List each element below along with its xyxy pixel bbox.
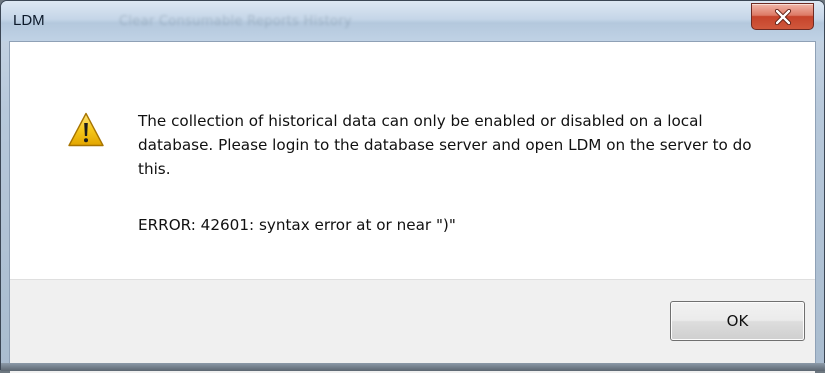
warning-icon	[68, 112, 104, 147]
window-title: LDM	[13, 12, 45, 29]
title-bar[interactable]: Clear Consumable Reports History LDM	[1, 1, 824, 41]
close-x-icon	[774, 9, 792, 25]
button-bar: OK	[10, 279, 815, 373]
dialog-client-area: The collection of historical data can on…	[9, 41, 816, 373]
dialog-message: The collection of historical data can on…	[138, 112, 752, 178]
dialog-window: Clear Consumable Reports History LDM The…	[0, 0, 825, 373]
message-area: The collection of historical data can on…	[10, 42, 815, 279]
close-button[interactable]	[751, 3, 814, 30]
background-window-title: Clear Consumable Reports History	[119, 14, 352, 29]
error-message: ERROR: 42601: syntax error at or near ")…	[138, 216, 456, 234]
ok-button[interactable]: OK	[670, 301, 805, 341]
